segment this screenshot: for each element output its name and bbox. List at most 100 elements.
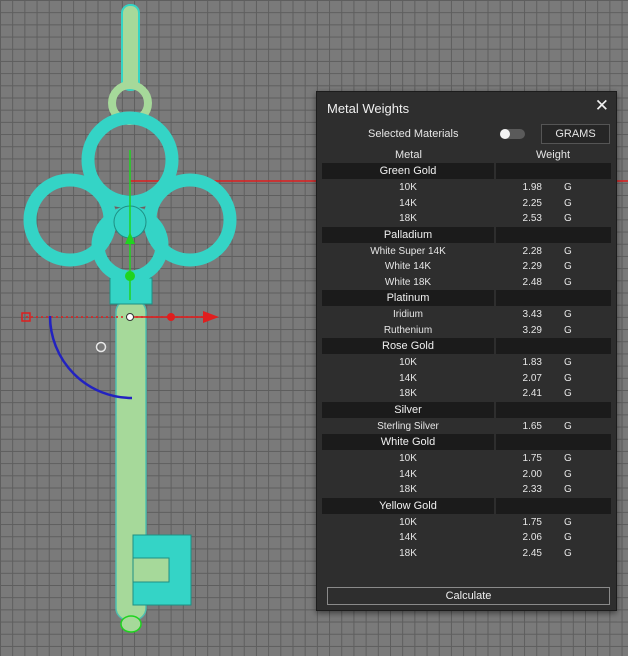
alloy-name: White Super 14K <box>370 245 446 257</box>
metal-row: 14K 2.06 G <box>322 530 611 546</box>
alloy-name: 10K <box>399 182 417 193</box>
alloy-name: White 14K <box>384 261 432 272</box>
weight-value: 2.06 <box>522 532 542 543</box>
alloy-name: 14K <box>399 197 417 209</box>
alloy-name: 14K <box>399 372 417 384</box>
weight-unit: G <box>564 182 572 193</box>
metal-row: 10K 1.75 G <box>322 451 611 467</box>
metal-row: 10K 1.75 G <box>322 515 611 531</box>
group-header: Palladium <box>322 226 611 243</box>
weight-column-header: Weight <box>536 149 571 161</box>
group-header: Platinum <box>322 290 611 306</box>
weight-unit: G <box>564 484 572 495</box>
weight-value: 2.29 <box>522 261 542 272</box>
alloy-name: 10K <box>399 516 417 528</box>
group-name: Green Gold <box>379 165 437 177</box>
metal-row: 18K 2.45 G <box>322 546 611 562</box>
metal-row: Sterling Silver 1.65 G <box>322 419 611 435</box>
weight-unit: G <box>564 245 572 257</box>
metal-row: 18K 2.33 G <box>322 482 611 498</box>
weight-value: 2.07 <box>522 372 542 384</box>
column-separator <box>494 434 496 450</box>
group-name: Palladium <box>383 228 433 241</box>
metal-row: 14K 2.00 G <box>322 467 611 483</box>
x-axis-arrow <box>203 311 219 323</box>
weight-unit: G <box>564 453 572 464</box>
selected-materials-toggle[interactable] <box>500 129 525 139</box>
weight-value: 2.48 <box>522 276 542 288</box>
alloy-name: 18K <box>399 213 417 224</box>
weight-value: 2.28 <box>522 245 542 257</box>
group-name: Rose Gold <box>382 340 434 352</box>
weight-value: 2.45 <box>522 547 542 559</box>
alloy-name: Iridium <box>392 309 423 320</box>
metal-row: 10K 1.83 G <box>322 355 611 371</box>
column-separator <box>494 226 496 243</box>
calculate-button[interactable]: Calculate <box>327 587 610 605</box>
group-header: White Gold <box>322 434 611 450</box>
group-header: Rose Gold <box>322 338 611 354</box>
weight-unit: G <box>564 309 572 320</box>
alloy-name: 18K <box>399 388 417 399</box>
group-header: Silver <box>322 401 611 418</box>
metal-weights-panel: Metal Weights ✕ Selected Materials GRAMS… <box>316 91 617 611</box>
weight-value: 3.43 <box>522 309 542 320</box>
weight-value: 3.29 <box>522 324 542 336</box>
weight-unit: G <box>564 372 572 384</box>
weight-value: 1.83 <box>522 357 542 368</box>
selected-materials-label: Selected Materials <box>368 128 459 140</box>
group-header: Green Gold <box>322 163 611 179</box>
column-separator <box>494 163 496 179</box>
alloy-name: White 18K <box>384 276 432 288</box>
alloy-name: 18K <box>399 484 417 495</box>
weight-unit: G <box>564 324 572 336</box>
alloy-name: 14K <box>399 468 417 480</box>
weight-unit: G <box>564 516 572 528</box>
weight-unit: G <box>564 420 572 432</box>
column-separator <box>494 338 496 354</box>
weight-unit: G <box>564 388 572 399</box>
pivot-marker <box>95 341 107 353</box>
group-name: Platinum <box>386 292 430 304</box>
y-axis-handle <box>125 271 135 281</box>
weight-unit: G <box>564 213 572 224</box>
metal-row: White Super 14K 2.28 G <box>322 244 611 260</box>
group-name: Silver <box>394 403 422 416</box>
alloy-name: Ruthenium <box>383 324 433 336</box>
panel-title: Metal Weights <box>327 101 410 116</box>
weight-unit: G <box>564 197 572 209</box>
metal-row: Iridium 3.43 G <box>322 307 611 323</box>
weight-value: 2.41 <box>522 388 542 399</box>
weight-value: 2.53 <box>522 213 542 224</box>
key-bail <box>121 4 140 91</box>
units-button[interactable]: GRAMS <box>541 124 610 144</box>
weight-unit: G <box>564 276 572 288</box>
weight-value: 1.98 <box>522 182 542 193</box>
weight-value: 1.75 <box>522 516 542 528</box>
weight-unit: G <box>564 357 572 368</box>
weight-value: 2.00 <box>522 468 542 480</box>
metal-column-header: Metal <box>395 149 422 161</box>
weight-value: 1.65 <box>522 420 542 432</box>
alloy-name: 14K <box>399 532 417 543</box>
column-separator <box>494 401 496 418</box>
metal-row: Ruthenium 3.29 G <box>322 323 611 339</box>
metal-row: 14K 2.25 G <box>322 196 611 212</box>
close-icon[interactable]: ✕ <box>595 97 609 115</box>
weight-unit: G <box>564 468 572 480</box>
metal-row: 14K 2.07 G <box>322 371 611 387</box>
metal-row: White 18K 2.48 G <box>322 275 611 291</box>
metal-row: 10K 1.98 G <box>322 180 611 196</box>
column-separator <box>494 290 496 306</box>
alloy-name: 10K <box>399 453 417 464</box>
metal-list: Green Gold 10K 1.98 G 14K 2.25 G 18K 2.53 G Pallad… <box>322 163 611 561</box>
alloy-name: 10K <box>399 357 417 368</box>
weight-unit: G <box>564 261 572 272</box>
weight-unit: G <box>564 547 572 559</box>
weight-value: 2.33 <box>522 484 542 495</box>
toggle-knob <box>500 129 510 139</box>
weight-value: 2.25 <box>522 197 542 209</box>
metal-row: White 14K 2.29 G <box>322 259 611 275</box>
weight-value: 1.75 <box>522 453 542 464</box>
metal-row: 18K 2.53 G <box>322 211 611 227</box>
